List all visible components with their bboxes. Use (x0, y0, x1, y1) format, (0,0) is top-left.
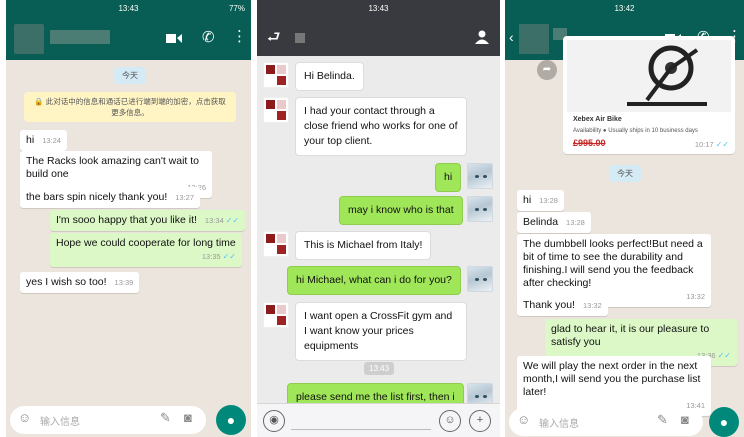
product-card[interactable]: Xebex Air Bike Availability ● Usually sh… (563, 36, 735, 154)
contact-name-redacted[interactable] (295, 33, 305, 43)
read-receipt-icon: ✓✓ (715, 140, 729, 149)
person-icon[interactable] (475, 30, 489, 47)
wechat-screen-middle: 13:43 ⮐ Hi Belinda. I had your contact t… (257, 0, 500, 437)
voice-icon[interactable]: ◉ (263, 410, 285, 432)
status-time: 13:43 (118, 4, 139, 13)
mic-icon: ● (719, 414, 729, 430)
read-receipt-icon: ✓✓ (225, 216, 240, 225)
date-pill: 今天 (114, 67, 146, 84)
message-in[interactable]: yes I wish so too! 13:39 (20, 272, 140, 293)
message-out[interactable]: hi Michael, what can i do for you? (287, 266, 461, 295)
message-input-bar: ◉ ☺ + (257, 403, 500, 437)
message-in[interactable]: I had your contact through a close frien… (295, 97, 467, 156)
whatsapp-screen-right: 13:42 ‹ 上 ✆ ⋮ ➦ Xebex Air Bike Availabil… (505, 0, 744, 437)
emoji-icon[interactable]: ☺ (439, 410, 461, 432)
message-input[interactable] (291, 412, 431, 430)
message-out[interactable]: Hope we could cooperate for long time 13… (50, 233, 242, 267)
product-name: Xebex Air Bike (573, 116, 622, 123)
mic-button[interactable]: ● (216, 405, 246, 435)
read-receipt-icon: ✓✓ (717, 351, 731, 360)
status-bar: 13:42 (505, 0, 744, 18)
emoji-icon[interactable]: ☺ (18, 411, 31, 424)
contact-avatar[interactable] (14, 24, 44, 54)
product-image (567, 40, 731, 112)
my-avatar[interactable] (467, 266, 493, 292)
attach-icon[interactable]: ✎ (160, 411, 171, 424)
whatsapp-screen-left: 13:43 77% ✆ ⋮ 今天 🔒 此对话中的信息和通话已进行端到端的加密，点… (6, 0, 251, 437)
message-in[interactable]: Belinda 13:28 (517, 212, 591, 233)
contact-avatar[interactable] (263, 97, 289, 123)
forward-icon[interactable]: ➦ (537, 60, 557, 80)
message-in[interactable]: Thank you! 13:32 (517, 295, 608, 316)
message-in[interactable]: hi 13:28 (517, 190, 564, 211)
message-input[interactable]: 输入信息 (40, 413, 80, 428)
back-arrow-icon[interactable]: ‹ (509, 30, 514, 44)
product-availability: Availability ● Usually ships in 10 busin… (573, 128, 698, 134)
attach-icon[interactable]: ✎ (657, 413, 668, 426)
status-time: 13:43 (368, 4, 389, 13)
message-in[interactable]: I want open a CrossFit gym and I want kn… (295, 302, 467, 361)
mic-button[interactable]: ● (709, 407, 739, 437)
message-in[interactable]: Hi Belinda. (295, 62, 364, 91)
message-time: 10:17 ✓✓ (694, 140, 729, 149)
message-in[interactable]: We will play the next order in the next … (517, 356, 711, 416)
message-out[interactable]: hi (435, 163, 462, 192)
message-input-bar[interactable]: ☺ 输入信息 ✎ ◙ (10, 406, 206, 434)
back-arrow-icon[interactable]: ⮐ (267, 30, 281, 45)
date-pill: 今天 (609, 165, 641, 182)
contact-avatar[interactable] (519, 24, 549, 54)
contact-avatar[interactable] (263, 231, 289, 257)
contact-avatar[interactable] (263, 62, 289, 88)
my-avatar[interactable] (467, 196, 493, 222)
video-call-icon[interactable] (166, 32, 182, 43)
camera-icon[interactable]: ◙ (184, 411, 192, 424)
status-bar: 13:43 77% (6, 0, 251, 18)
status-time: 13:42 (614, 4, 635, 13)
contact-name-redacted[interactable] (50, 30, 110, 44)
timestamp: 13:43 (364, 362, 395, 375)
battery-indicator: 77% (228, 4, 245, 13)
product-price: £995.00 (573, 138, 606, 148)
camera-icon[interactable]: ◙ (681, 413, 689, 426)
emoji-icon[interactable]: ☺ (517, 413, 530, 426)
message-in[interactable]: This is Michael from Italy! (295, 231, 432, 260)
message-out[interactable]: I'm sooo happy that you like it! 13:34 ✓✓ (50, 210, 246, 231)
my-avatar[interactable] (467, 163, 493, 189)
mic-icon: ● (226, 412, 236, 428)
message-out[interactable]: may i know who is that (339, 196, 463, 225)
more-vert-icon[interactable]: ⋮ (232, 29, 247, 44)
message-input[interactable]: 输入信息 (539, 415, 579, 430)
message-in[interactable]: hi 13:24 (20, 130, 67, 151)
status-bar: 13:43 (257, 0, 500, 18)
encryption-notice[interactable]: 🔒 此对话中的信息和通话已进行端到端的加密，点击获取更多信息。 (24, 92, 236, 122)
read-receipt-icon: ✓✓ (222, 252, 236, 261)
message-input-bar[interactable]: ☺ 输入信息 ✎ ◙ (509, 408, 703, 436)
chat-header: 13:43 ⮐ (257, 0, 500, 56)
plus-icon[interactable]: + (469, 410, 491, 432)
chat-header: 13:43 77% ✆ ⋮ (6, 0, 251, 60)
phone-icon[interactable]: ✆ (202, 30, 215, 45)
message-in[interactable]: the bars spin nicely thank you! 13:27 (20, 187, 201, 208)
contact-avatar[interactable] (263, 302, 289, 328)
